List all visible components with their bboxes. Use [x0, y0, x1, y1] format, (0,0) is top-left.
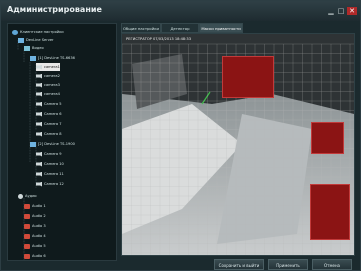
tab-motion-detector[interactable]: Детектор движения [161, 23, 199, 41]
tree-item-label: Audio 1 [32, 204, 46, 208]
camera-icon [36, 82, 42, 88]
mic-icon [24, 253, 30, 259]
tree-item-label: Аудио [25, 194, 37, 198]
tree-item[interactable]: Audio 4 [24, 232, 46, 240]
tree-item-label: [2] DevLine TS-1900 [38, 142, 75, 146]
save-and-exit-button[interactable]: Сохранить и выйти [214, 259, 264, 270]
server-icon [18, 37, 24, 43]
tree-item[interactable]: camera2 [36, 72, 60, 80]
tree-item[interactable]: Camera 7 [36, 120, 62, 128]
tree-item[interactable]: camera4 [36, 90, 60, 98]
apply-button[interactable]: Применить [268, 259, 308, 270]
tree-item-label: Camera 11 [44, 172, 64, 176]
mic-icon [24, 213, 30, 219]
privacy-mask-zone[interactable] [222, 56, 274, 98]
minimize-icon[interactable]: ▁ [327, 7, 335, 15]
maximize-icon[interactable]: □ [337, 7, 345, 15]
tree-item[interactable]: camera1 [36, 63, 60, 71]
tab-privacy-masks[interactable]: Маски приватности [199, 23, 243, 33]
tree-item-label: camera1 [44, 65, 60, 69]
tree-item-label: Audio 5 [32, 244, 46, 248]
tree-item[interactable]: Camera 5 [36, 100, 62, 108]
camera-icon [36, 121, 42, 127]
camera-icon [36, 64, 42, 70]
tree-item-label: Camera 5 [44, 102, 62, 106]
admin-window: Администрирование ▁ □ ✕ Клиентские настр… [0, 0, 361, 271]
camera-icon [36, 171, 42, 177]
tree-item-label: Camera 7 [44, 122, 62, 126]
tree-item[interactable]: DevLine Server [18, 36, 54, 44]
tree-item[interactable]: Audio 6 [24, 252, 46, 260]
tree-item-label: Camera 6 [44, 112, 62, 116]
tree-item[interactable]: Camera 6 [36, 110, 62, 118]
window-title: Администрирование [7, 5, 102, 14]
tree-item[interactable]: Audio 5 [24, 242, 46, 250]
tree-item-label: Audio 6 [32, 254, 46, 258]
tree-item-label: camera3 [44, 83, 60, 87]
device-icon [30, 141, 36, 147]
title-bar: Администрирование ▁ □ ✕ [1, 1, 360, 21]
tree-item[interactable]: Camera 11 [36, 170, 64, 178]
camera-icon [36, 111, 42, 117]
camera-view[interactable]: РЕГИСТРАТОР 07/03/2013 18:48:33 [122, 34, 354, 255]
tree-item-label: Видео [32, 46, 44, 50]
tree-item[interactable]: Camera 9 [36, 150, 62, 158]
tree-item-label: Audio 2 [32, 214, 46, 218]
camera-icon [36, 151, 42, 157]
tree-item[interactable]: Видео [24, 44, 44, 52]
audio-icon [18, 193, 23, 199]
tree-item[interactable]: Camera 8 [36, 130, 62, 138]
tree-item-label: Audio 4 [32, 234, 46, 238]
tree-item[interactable]: Audio 3 [24, 222, 46, 230]
video-icon [24, 45, 30, 51]
tree-item-label: Клиентские настройки [20, 30, 64, 34]
mic-icon [24, 233, 30, 239]
camera-icon [36, 73, 42, 79]
tree-item-label: Camera 8 [44, 132, 62, 136]
mic-icon [24, 243, 30, 249]
tree-item-label: Camera 12 [44, 182, 64, 186]
device-icon [30, 55, 36, 61]
tree-item-label: Audio 3 [32, 224, 46, 228]
tree-item-label: camera2 [44, 74, 60, 78]
tree-item[interactable]: Audio 1 [24, 202, 46, 210]
tree-item[interactable]: Аудио [18, 192, 37, 200]
tree-item-label: DevLine Server [26, 38, 54, 42]
tree-item[interactable]: Camera 10 [36, 160, 64, 168]
tree-item-label: Camera 9 [44, 152, 62, 156]
tree-item-label: [1] DevLine TS-6636 [38, 56, 75, 60]
tab-general[interactable]: Общие настройки [121, 23, 161, 33]
camera-icon [36, 101, 42, 107]
cancel-button[interactable]: Отмена [312, 259, 352, 270]
tree-item[interactable]: [2] DevLine TS-1900 [30, 140, 75, 148]
device-tree: Клиентские настройки DevLine Server Видео [… [7, 23, 117, 261]
gear-icon [12, 29, 18, 35]
tree-item[interactable]: camera3 [36, 81, 60, 89]
camera-icon [36, 91, 42, 97]
tree-item[interactable]: Camera 12 [36, 180, 64, 188]
camera-icon [36, 181, 42, 187]
tree-item[interactable]: Audio 2 [24, 212, 46, 220]
mic-icon [24, 223, 30, 229]
privacy-mask-panel: РЕГИСТРАТОР 07/03/2013 18:48:33 [121, 33, 355, 256]
tree-item-label: Camera 10 [44, 162, 64, 166]
tree-item[interactable]: Клиентские настройки [12, 28, 64, 36]
camera-icon [36, 131, 42, 137]
tree-item-label: camera4 [44, 92, 60, 96]
mic-icon [24, 203, 30, 209]
tree-item[interactable]: [1] DevLine TS-6636 [30, 54, 75, 62]
privacy-mask-zone[interactable] [311, 122, 344, 154]
video-timestamp: РЕГИСТРАТОР 07/03/2013 18:48:33 [126, 37, 191, 41]
camera-icon [36, 161, 42, 167]
privacy-mask-zone[interactable] [310, 184, 350, 240]
close-icon[interactable]: ✕ [347, 7, 357, 15]
